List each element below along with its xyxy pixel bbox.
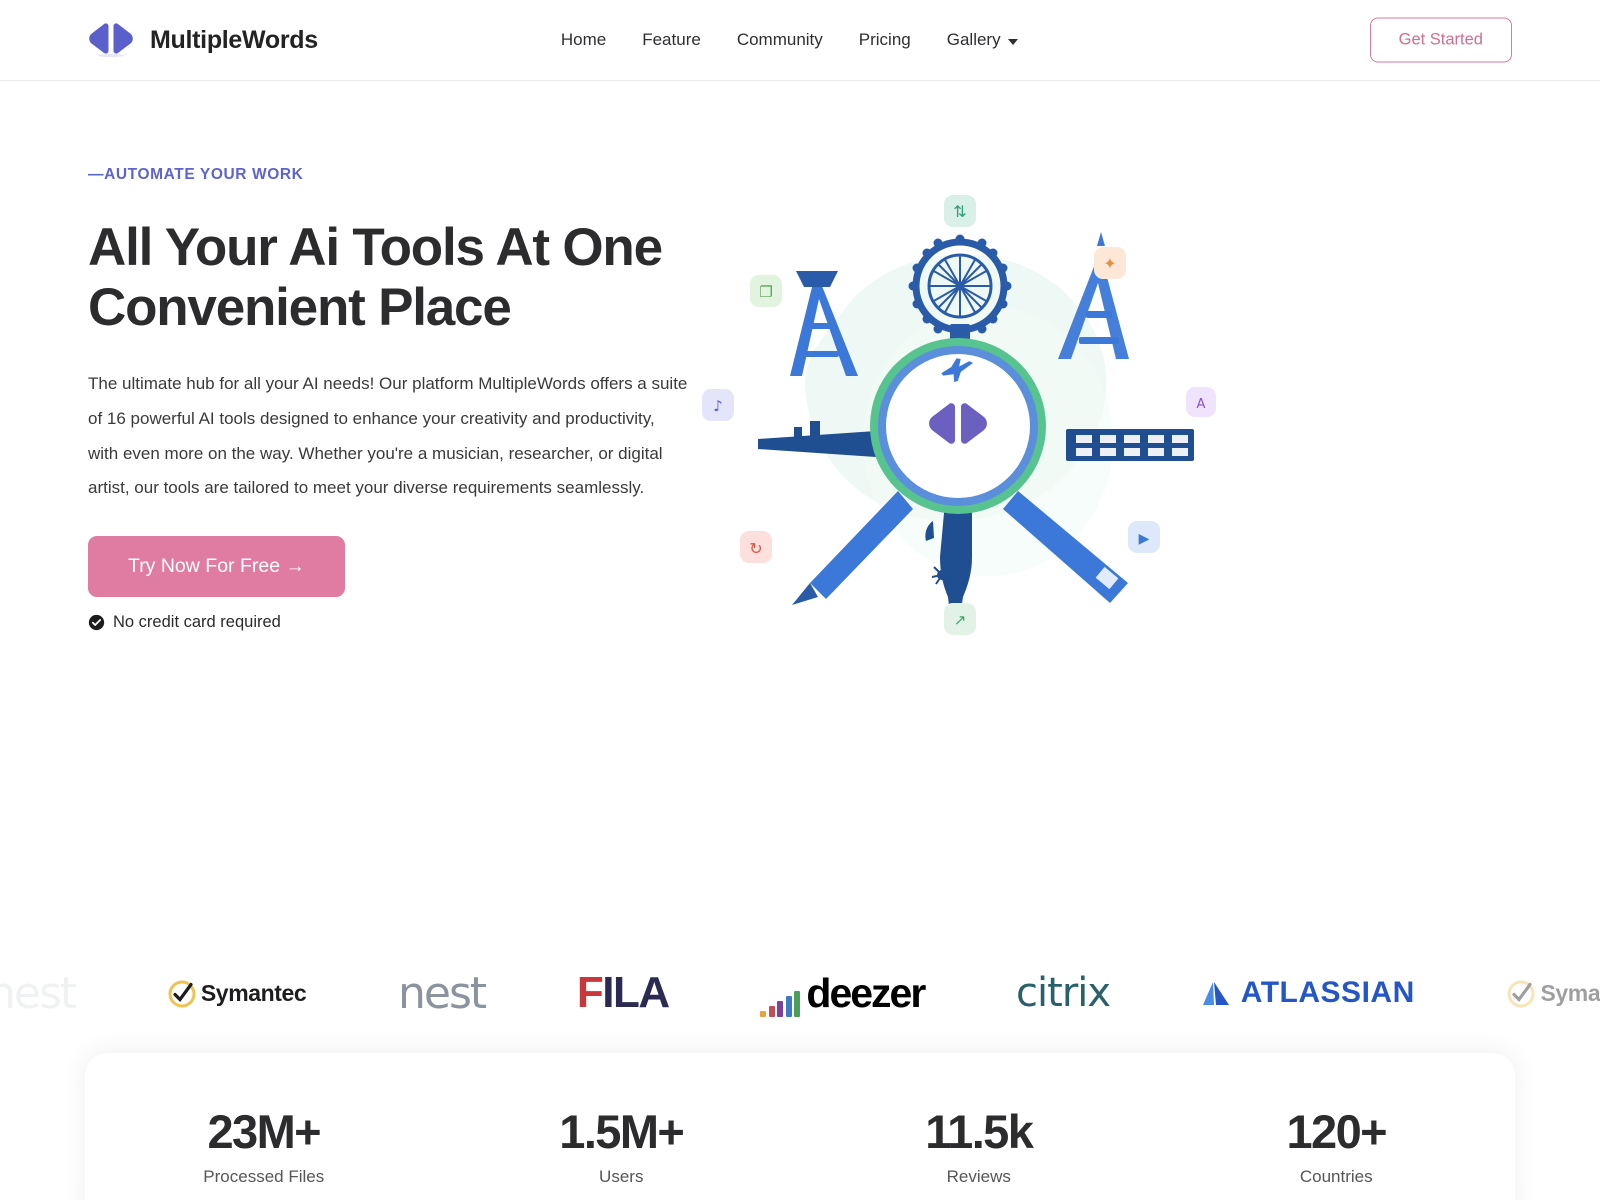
nav-item-community[interactable]: Community (737, 30, 823, 50)
svg-text:♪: ♪ (713, 397, 723, 415)
badge-trending-up-icon[interactable]: ↗ (944, 603, 976, 635)
chevron-down-icon (1007, 38, 1018, 45)
hero-content: —AUTOMATE YOUR WORK All Your Ai Tools At… (88, 81, 728, 871)
badge-magic-wand-icon[interactable]: ✦ (1094, 247, 1126, 279)
logo-item-deezer: deezer (760, 969, 926, 1017)
deezer-logo: deezer (760, 969, 926, 1017)
spire-landmark (792, 491, 913, 605)
svg-text:↻: ↻ (749, 539, 762, 558)
nav-item-feature[interactable]: Feature (642, 30, 701, 50)
partner-logos-marquee: nest Symantec nest FILA (0, 933, 1600, 1053)
logo-item-citrix: citrix (1016, 970, 1111, 1016)
nav-label: Community (736, 30, 823, 49)
logo-item-fila: FILA (576, 968, 670, 1018)
badge-copy-stack-icon[interactable]: ❐ (750, 275, 782, 307)
badge-refresh-icon[interactable]: ↻ (740, 531, 772, 563)
logo-track: nest Symantec nest FILA (0, 968, 1600, 1019)
hero-title-line-1: All Your Ai Tools At One (88, 218, 663, 277)
badge-text-ai-icon[interactable]: A (1186, 387, 1216, 417)
stat-label: Reviews (946, 1167, 1011, 1187)
symantec-logo: Symantec (167, 978, 307, 1008)
stat-value: 23M+ (207, 1105, 322, 1158)
hero-section: —AUTOMATE YOUR WORK All Your Ai Tools At… (0, 81, 1600, 871)
stat-value: 1.5M+ (559, 1105, 685, 1158)
hero-illustration-area: ⇅ ✦ ❐ ♪ A ↻ ▶ ↗ (702, 81, 1512, 871)
stat-reviews: 11.5k Reviews (800, 1107, 1158, 1187)
nav-item-pricing[interactable]: Pricing (859, 30, 911, 50)
nest-logo: nest (398, 967, 487, 1019)
svg-text:▶: ▶ (1139, 531, 1150, 547)
nav-item-home[interactable]: Home (561, 30, 606, 50)
get-started-button[interactable]: Get Started (1369, 17, 1512, 63)
symantec-check-icon (168, 980, 196, 1008)
stat-value: 120+ (1286, 1105, 1388, 1158)
nav-label: Home (560, 30, 607, 49)
citrix-logo: citrix (1016, 970, 1111, 1016)
no-credit-card-note: No credit card required (88, 613, 728, 632)
note-label: No credit card required (113, 613, 281, 632)
stat-value: 11.5k (925, 1105, 1034, 1158)
stat-label: Processed Files (203, 1167, 325, 1187)
logo-item-atlassian: ATLASSIAN (1202, 976, 1415, 1010)
atlassian-mark-icon (1202, 982, 1229, 1005)
symantec-label: Symantec (1540, 979, 1600, 1006)
deezer-equalizer-icon (760, 990, 801, 1017)
stat-label: Users (599, 1167, 644, 1187)
svg-text:❐: ❐ (759, 283, 772, 301)
deezer-label: deezer (806, 969, 926, 1016)
nav-label: Pricing (858, 30, 911, 49)
symantec-label: Symantec (200, 979, 307, 1006)
logo-item-symantec: Symantec (167, 978, 307, 1008)
stats-card: 23M+ Processed Files 1.5M+ Users 11.5k R… (85, 1053, 1515, 1200)
stat-label: Countries (1299, 1167, 1373, 1187)
stat-countries: 120+ Countries (1158, 1107, 1516, 1187)
nav-label: Feature (642, 30, 701, 49)
nav-label: Gallery (946, 30, 1001, 49)
hero-eyebrow: —AUTOMATE YOUR WORK (88, 166, 304, 183)
stat-users: 1.5M+ Users (443, 1107, 801, 1187)
symantec-check-icon (1507, 980, 1535, 1008)
hero-description: The ultimate hub for all your AI needs! … (88, 373, 688, 498)
ai-tools-globe-illustration: ⇅ ✦ ❐ ♪ A ↻ ▶ ↗ (702, 195, 1216, 635)
svg-text:A: A (1197, 397, 1206, 412)
atlassian-label: ATLASSIAN (1240, 976, 1415, 1009)
try-now-button[interactable]: Try Now For Free → (88, 536, 345, 598)
hero-title-line-2: Convenient Place (88, 278, 512, 338)
svg-text:⇅: ⇅ (953, 202, 966, 221)
main-nav: Home Feature Community Pricing Gallery (561, 30, 1018, 50)
fila-logo: FILA (576, 968, 670, 1018)
site-header: MultipleWords Home Feature Community Pri… (0, 0, 1600, 81)
badge-play-forward-icon[interactable]: ▶ (1128, 521, 1160, 553)
stat-processed-files: 23M+ Processed Files (85, 1107, 443, 1187)
page-title: All Your Ai Tools At One Convenient Plac… (88, 218, 728, 339)
badge-transfer-icon[interactable]: ⇅ (944, 195, 976, 227)
nav-item-gallery[interactable]: Gallery (947, 30, 1018, 50)
nest-logo: nest (0, 967, 77, 1019)
logo-item-nest: nest (398, 967, 487, 1019)
svg-text:↗: ↗ (954, 611, 967, 629)
skyline-tower-landmark (1066, 429, 1194, 461)
logo-item-symantec-partial: Symantec (1506, 978, 1600, 1008)
logo-item-nest-partial: nest (0, 967, 77, 1019)
badge-user-music-icon[interactable]: ♪ (702, 389, 734, 421)
brand-logo[interactable]: MultipleWords (88, 23, 318, 57)
symantec-logo: Symantec (1506, 978, 1600, 1008)
check-circle-icon (88, 615, 105, 631)
fila-label: FILA (576, 968, 670, 1017)
svg-text:✦: ✦ (1103, 254, 1116, 273)
stats-section: 23M+ Processed Files 1.5M+ Users 11.5k R… (0, 1053, 1600, 1200)
bowtie-logo-icon (89, 23, 133, 57)
brand-name: MultipleWords (150, 25, 318, 54)
atlassian-logo: ATLASSIAN (1202, 976, 1415, 1010)
